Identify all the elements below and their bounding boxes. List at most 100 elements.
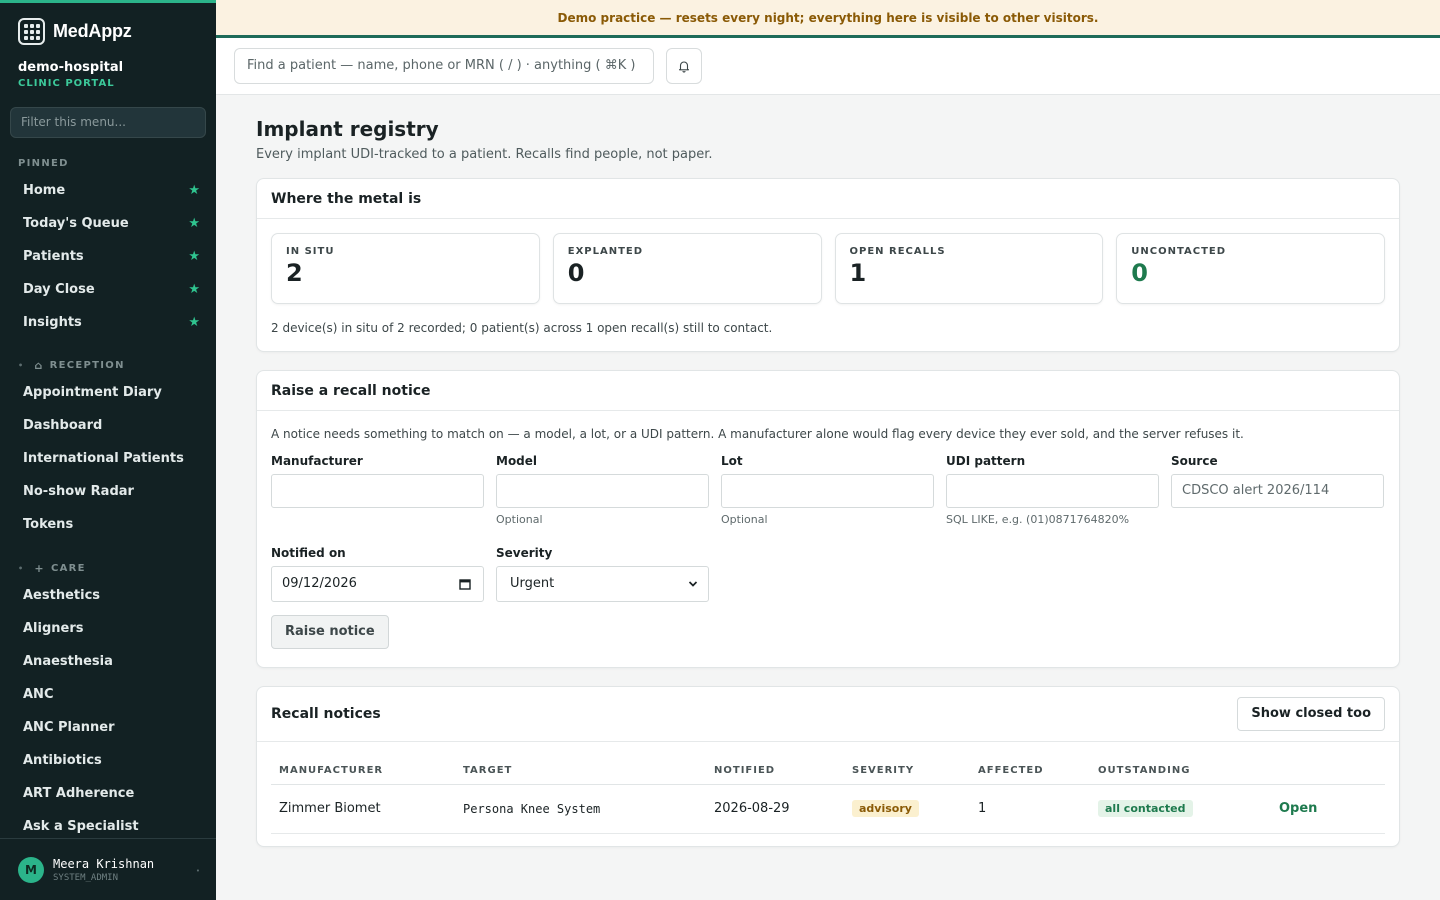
- notifications-button[interactable]: [666, 48, 702, 84]
- section-label-pinned: PINNED: [18, 158, 69, 169]
- column-header[interactable]: NOTIFIED: [706, 757, 844, 785]
- form-note: A notice needs something to match on — a…: [271, 427, 1244, 441]
- plus-icon: +: [34, 562, 45, 575]
- stat-label: IN SITU: [286, 246, 335, 257]
- portal-label: CLINIC PORTAL: [18, 78, 115, 89]
- cell-action: Open: [1271, 784, 1385, 834]
- star-icon[interactable]: ★: [188, 216, 200, 231]
- summary-text: 2 device(s) in situ of 2 recorded; 0 pat…: [271, 321, 773, 335]
- sidebar-item-aligners[interactable]: Aligners: [0, 612, 216, 645]
- stat-open-recalls: OPEN RECALLS 1: [834, 233, 1104, 304]
- patient-search-input[interactable]: Find a patient — name, phone or MRN ( / …: [234, 48, 654, 84]
- topbar: Find a patient — name, phone or MRN ( / …: [216, 38, 1440, 95]
- severity-badge: advisory: [852, 800, 919, 817]
- form-row: Notified on 09/12/2026 Severity Urgent: [257, 546, 1399, 602]
- sidebar-item-aesthetics[interactable]: Aesthetics: [0, 579, 216, 612]
- sidebar-item-dashboard[interactable]: Dashboard: [0, 409, 216, 442]
- sidebar-item-patients[interactable]: Patients ★: [0, 240, 216, 273]
- manufacturer-field[interactable]: [271, 474, 484, 508]
- sidebar-item-anc-planner[interactable]: ANC Planner: [0, 711, 216, 744]
- star-icon[interactable]: ★: [188, 282, 200, 297]
- column-header[interactable]: AFFECTED: [970, 757, 1090, 785]
- banner-text: Demo practice — resets every night; ever…: [557, 10, 1099, 25]
- avatar: M: [18, 856, 44, 883]
- column-header[interactable]: TARGET: [455, 757, 706, 785]
- open-notice-link[interactable]: Open: [1279, 801, 1317, 816]
- sidebar-item-antibiotics[interactable]: Antibiotics: [0, 744, 216, 777]
- home-icon: ⌂: [34, 359, 44, 372]
- field-label: UDI pattern: [946, 454, 1026, 468]
- calendar-icon[interactable]: [459, 578, 471, 590]
- field-label: Model: [496, 454, 538, 468]
- select-value: Urgent: [510, 576, 555, 591]
- source-field-group: Source CDSCO alert 2026/114: [1171, 454, 1384, 527]
- sidebar-item-international-patients[interactable]: International Patients: [0, 442, 216, 475]
- bell-icon: [678, 61, 690, 73]
- field-label: Lot: [721, 454, 743, 468]
- metal-summary-card: Where the metal is IN SITU 2 EXPLANTED 0…: [256, 178, 1400, 352]
- column-header[interactable]: OUTSTANDING: [1090, 757, 1271, 785]
- cell-severity: advisory: [844, 784, 970, 834]
- lot-field[interactable]: [721, 474, 934, 508]
- star-icon[interactable]: ★: [188, 315, 200, 330]
- sidebar: MedAppz demo-hospital CLINIC PORTAL Filt…: [0, 0, 216, 900]
- stat-uncontacted: UNCONTACTED 0: [1116, 233, 1385, 304]
- card-heading: Raise a recall notice: [257, 371, 1399, 411]
- recall-notices-table: MANUFACTURER TARGET NOTIFIED SEVERITY AF…: [271, 757, 1385, 834]
- sidebar-item-art-adherence[interactable]: ART Adherence: [0, 777, 216, 810]
- section-toggle-reception[interactable]: • ⌂ RECEPTION: [0, 359, 216, 372]
- sidebar-item-todays-queue[interactable]: Today's Queue ★: [0, 207, 216, 240]
- field-label: Notified on: [271, 546, 346, 560]
- column-header[interactable]: MANUFACTURER: [271, 757, 455, 785]
- column-header[interactable]: SEVERITY: [844, 757, 970, 785]
- brand-logo-icon: [18, 18, 45, 45]
- cell-affected: 1: [970, 784, 1090, 834]
- card-heading: Recall notices: [271, 706, 381, 722]
- raise-notice-button[interactable]: Raise notice: [271, 615, 389, 649]
- stat-value: 0: [1131, 259, 1148, 287]
- field-label: Source: [1171, 454, 1218, 468]
- sidebar-item-anaesthesia[interactable]: Anaesthesia: [0, 645, 216, 678]
- sidebar-item-home[interactable]: Home ★: [0, 174, 216, 207]
- notified-on-date-field[interactable]: 09/12/2026: [271, 566, 484, 602]
- sidebar-item-tokens[interactable]: Tokens: [0, 508, 216, 541]
- menu-filter-input[interactable]: Filter this menu...: [10, 107, 206, 138]
- star-icon[interactable]: ★: [188, 183, 200, 198]
- sidebar-item-insights[interactable]: Insights ★: [0, 306, 216, 339]
- demo-banner: Demo practice — resets every night; ever…: [216, 0, 1440, 38]
- sidebar-item-appointment-diary[interactable]: Appointment Diary: [0, 376, 216, 409]
- udi-pattern-field[interactable]: [946, 474, 1159, 508]
- model-field[interactable]: [496, 474, 709, 508]
- section-toggle-care[interactable]: • + CARE: [0, 562, 216, 575]
- show-closed-button[interactable]: Show closed too: [1237, 697, 1385, 731]
- sidebar-item-anc[interactable]: ANC: [0, 678, 216, 711]
- lot-field-group: Lot Optional: [721, 454, 934, 527]
- user-role: SYSTEM_ADMIN: [53, 872, 119, 883]
- field-hint: Optional: [496, 513, 543, 526]
- sidebar-item-no-show-radar[interactable]: No-show Radar: [0, 475, 216, 508]
- user-menu[interactable]: M Meera Krishnan SYSTEM_ADMIN •: [0, 838, 216, 900]
- stat-explanted: EXPLANTED 0: [552, 233, 822, 304]
- recall-notices-card: Recall notices Show closed too MANUFACTU…: [256, 686, 1400, 847]
- card-header: Recall notices Show closed too: [257, 687, 1399, 742]
- org-block: demo-hospital CLINIC PORTAL: [0, 60, 216, 89]
- table-row[interactable]: Zimmer Biomet Persona Knee System 2026-0…: [271, 784, 1385, 834]
- field-hint: Optional: [721, 513, 768, 526]
- field-hint: [1171, 513, 1384, 527]
- sidebar-item-day-close[interactable]: Day Close ★: [0, 273, 216, 306]
- field-hint: SQL LIKE, e.g. (01)0871764820%: [946, 513, 1130, 526]
- star-icon[interactable]: ★: [188, 249, 200, 264]
- recall-form-card: Raise a recall notice A notice needs som…: [256, 370, 1400, 668]
- field-hint: [271, 513, 484, 527]
- severity-select[interactable]: Urgent: [496, 566, 709, 602]
- user-name: Meera Krishnan: [53, 856, 155, 871]
- status-badge: all contacted: [1098, 800, 1193, 817]
- source-field[interactable]: CDSCO alert 2026/114: [1171, 474, 1384, 508]
- cell-notified: 2026-08-29: [706, 784, 844, 834]
- field-label: Severity: [496, 546, 553, 560]
- stat-tiles: IN SITU 2 EXPLANTED 0 OPEN RECALLS 1 UNC…: [257, 219, 1399, 304]
- column-header-actions: [1271, 757, 1385, 785]
- brand[interactable]: MedAppz: [0, 3, 216, 60]
- manufacturer-field-group: Manufacturer: [271, 454, 484, 527]
- page-title: Implant registry: [256, 117, 439, 141]
